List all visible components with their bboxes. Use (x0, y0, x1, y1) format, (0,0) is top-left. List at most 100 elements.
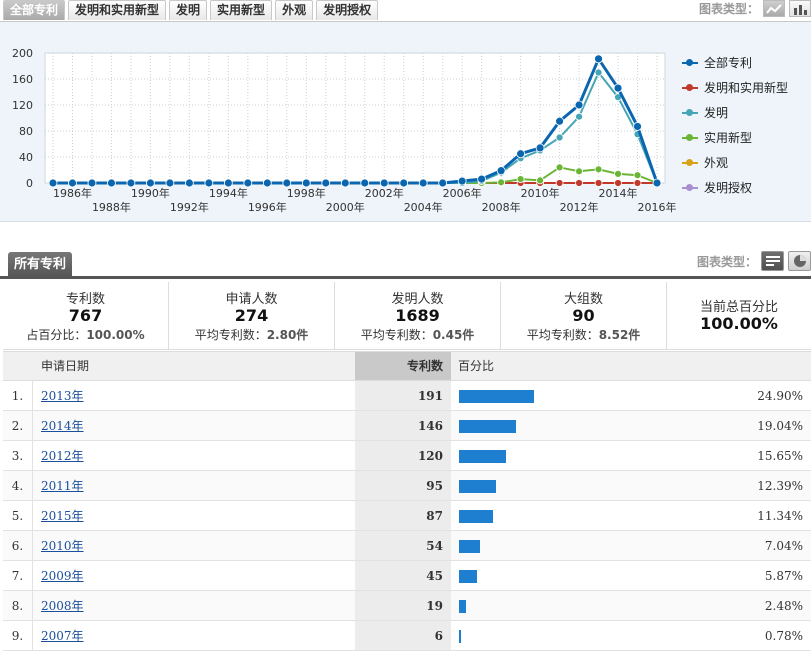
row-index: 7. (3, 561, 33, 590)
percent-text: 15.65% (757, 449, 803, 463)
data-point (575, 112, 583, 121)
date-link[interactable]: 2015年 (41, 509, 84, 523)
row-date-cell: 2011年 (33, 471, 355, 500)
stat-title: 专利数 (65, 292, 105, 307)
bar-chart-button[interactable] (789, 0, 811, 17)
table-header: 申请日期 专利数 百分比 (3, 351, 811, 381)
row-count: 6 (355, 621, 451, 650)
legend-label: 实用新型 (704, 131, 753, 145)
x-tick-label: 1986年 (53, 186, 92, 200)
row-percent-cell: 12.39% (451, 471, 811, 500)
y-tick-label: 120 (12, 99, 33, 112)
table-row: 6. 2010年 54 7.04% (3, 531, 811, 561)
stat-value: 90 (572, 306, 595, 325)
row-percent-cell: 2.48% (451, 591, 811, 620)
date-link[interactable]: 2008年 (41, 599, 84, 613)
x-tick-label: 1988年 (92, 200, 131, 214)
tab-invention-utility[interactable]: 发明和实用新型 (68, 0, 167, 20)
line-chart-button[interactable] (763, 0, 785, 17)
percent-text: 24.90% (757, 389, 803, 403)
data-point (555, 163, 564, 172)
data-point (614, 169, 622, 178)
legend-item[interactable]: 发明 (682, 100, 788, 125)
legend-label: 发明授权 (704, 181, 753, 195)
data-point (497, 178, 506, 187)
tab-invention[interactable]: 发明 (169, 0, 208, 20)
stat-sub-value: 2.80件 (266, 328, 309, 342)
row-percent-cell: 0.78% (451, 621, 811, 650)
tab-invention-granted[interactable]: 发明授权 (316, 0, 379, 20)
y-tick-label: 40 (19, 151, 33, 164)
data-point (399, 178, 409, 188)
percent-text: 12.39% (757, 479, 803, 493)
table-row: 7. 2009年 45 5.87% (3, 561, 811, 591)
stat-sub-label: 平均专利数： (194, 328, 267, 342)
stat-value: 100.00% (700, 314, 778, 333)
percent-text: 2.48% (764, 599, 803, 613)
stat-title: 申请人数 (225, 292, 278, 307)
x-tick-label: 1990年 (131, 186, 170, 200)
tab-design[interactable]: 外观 (275, 0, 314, 20)
row-date-cell: 2012年 (33, 441, 355, 470)
legend-item[interactable]: 发明和实用新型 (682, 75, 788, 100)
legend-item[interactable]: 发明授权 (682, 175, 788, 200)
pie-view-button[interactable] (788, 251, 811, 271)
table-row: 2. 2014年 146 19.04% (3, 411, 811, 441)
tab-all-patents[interactable]: 全部专利 (3, 0, 66, 20)
row-count: 87 (355, 501, 451, 530)
data-point (574, 100, 584, 110)
row-percent-cell: 15.65% (451, 441, 811, 470)
row-count: 45 (355, 561, 451, 590)
row-index: 8. (3, 591, 33, 620)
tab-all-patents-section[interactable]: 所有专利 (8, 252, 73, 277)
legend-label: 发明和实用新型 (704, 81, 789, 95)
data-point (555, 179, 564, 187)
x-tick-label: 2012年 (560, 200, 599, 214)
percent-bar (459, 540, 480, 553)
stat-sub: 平均专利数：8.52件 (501, 326, 666, 343)
data-point (633, 171, 642, 180)
data-point (68, 178, 77, 188)
date-link[interactable]: 2009年 (41, 569, 84, 583)
data-point (516, 149, 526, 159)
x-tick-label: 2000年 (326, 200, 365, 214)
data-point (438, 178, 448, 188)
legend-item[interactable]: 外观 (682, 150, 788, 175)
stat-title: 发明人数 (391, 292, 444, 307)
x-tick-label: 2014年 (599, 186, 638, 200)
row-count: 146 (355, 411, 451, 440)
percent-bar (459, 480, 496, 493)
date-link[interactable]: 2007年 (41, 629, 84, 643)
date-link[interactable]: 2011年 (41, 479, 84, 493)
date-link[interactable]: 2012年 (41, 449, 84, 463)
row-percent-cell: 11.34% (451, 501, 811, 530)
data-point (87, 178, 97, 188)
row-count: 54 (355, 531, 451, 560)
data-point (594, 68, 603, 77)
header-date[interactable]: 申请日期 (33, 352, 355, 380)
date-link[interactable]: 2013年 (41, 389, 84, 403)
data-point (516, 175, 525, 184)
data-point (575, 179, 583, 187)
stat-sub-value: 0.45件 (432, 328, 475, 342)
percent-text: 11.34% (757, 509, 803, 523)
data-point (477, 174, 487, 184)
stats-summary: 专利数 767 占百分比：100.00% 申请人数 274 平均专利数：2.80… (3, 282, 811, 350)
data-point (146, 178, 155, 188)
legend-item[interactable]: 实用新型 (682, 125, 788, 150)
table-view-button[interactable] (761, 251, 784, 271)
row-percent-cell: 7.04% (451, 531, 811, 560)
stat-sub: 平均专利数：2.80件 (169, 326, 334, 343)
row-percent-cell: 24.90% (451, 381, 811, 410)
table-row: 8. 2008年 19 2.48% (3, 591, 811, 621)
date-link[interactable]: 2014年 (41, 419, 84, 433)
row-count: 95 (355, 471, 451, 500)
legend-item[interactable]: 全部专利 (682, 50, 788, 75)
date-link[interactable]: 2010年 (41, 539, 84, 553)
header-count[interactable]: 专利数 (355, 352, 451, 380)
percent-bar (459, 420, 516, 433)
data-point (204, 178, 214, 188)
stat-sub-value: 100.00% (86, 328, 145, 342)
tab-utility-model[interactable]: 实用新型 (210, 0, 273, 20)
y-tick-label: 0 (26, 177, 33, 190)
